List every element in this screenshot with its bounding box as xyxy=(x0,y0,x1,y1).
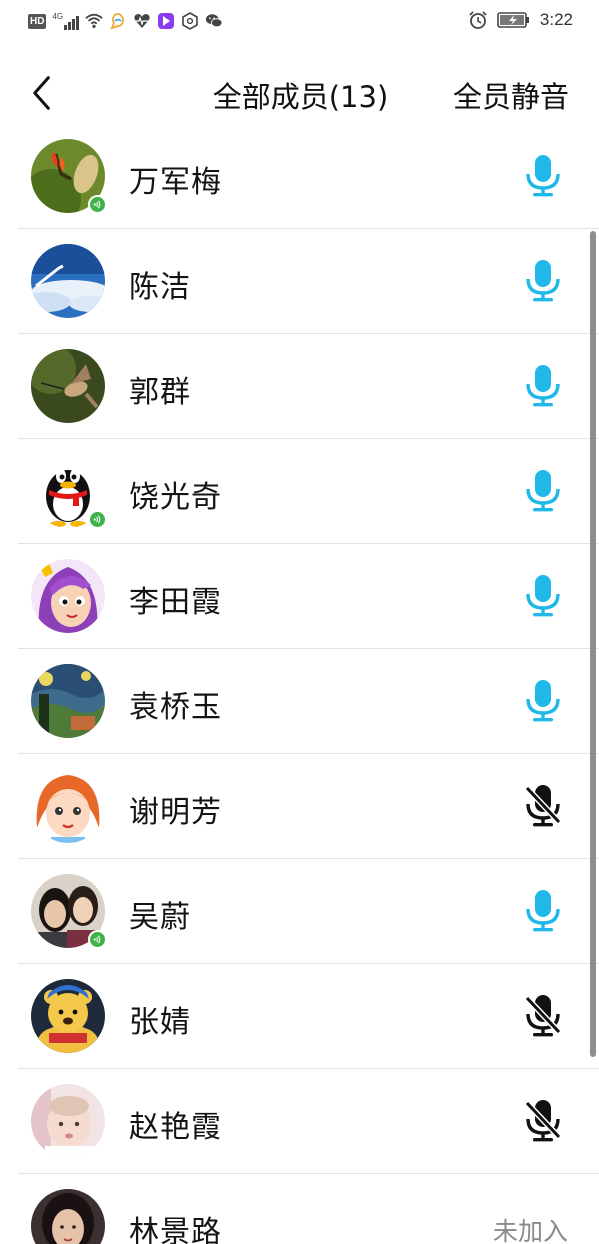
baby-photo-avatar[interactable] xyxy=(31,1084,105,1158)
sky-clouds-avatar[interactable] xyxy=(31,244,105,318)
video-app-icon xyxy=(158,13,175,29)
sound-wave-icon xyxy=(93,935,101,944)
member-name: 万军梅 xyxy=(129,165,222,200)
starry-night-painting-avatar[interactable] xyxy=(31,664,105,738)
battery-charging-icon xyxy=(497,12,529,28)
mic-on-icon[interactable] xyxy=(523,469,563,513)
cartoon-girl-orange-hair-avatar[interactable] xyxy=(31,769,105,843)
member-list: 万军梅 陈洁 郭群 饶光奇 李田霞 袁桥玉 谢明芳 吴蔚 张婧 赵艳霞 林景路 … xyxy=(0,124,599,1244)
app-notification-icon xyxy=(110,13,124,30)
member-name: 谢明芳 xyxy=(129,795,222,830)
member-name: 李田霞 xyxy=(129,585,222,620)
member-name: 袁桥玉 xyxy=(129,690,222,725)
mic-off-icon[interactable] xyxy=(523,1099,563,1143)
cartoon-girl-purple-hair-avatar[interactable] xyxy=(31,559,105,633)
speaking-badge xyxy=(88,930,107,949)
member-row[interactable]: 吴蔚 xyxy=(0,859,599,964)
member-name: 陈洁 xyxy=(129,270,191,305)
speaking-badge xyxy=(88,510,107,529)
title-bar: 全部成员(13) 全员静音 xyxy=(0,62,599,126)
mic-on-icon[interactable] xyxy=(523,364,563,408)
health-icon xyxy=(134,14,150,28)
member-row[interactable]: 李田霞 xyxy=(0,544,599,649)
sound-wave-icon xyxy=(93,515,101,524)
clock-time: 3:22 xyxy=(539,10,573,29)
member-row[interactable]: 郭群 xyxy=(0,334,599,439)
member-row[interactable]: 万军梅 xyxy=(0,124,599,229)
hd-icon: HD xyxy=(28,13,47,29)
hexagon-app-icon xyxy=(182,12,198,30)
wifi-icon xyxy=(85,13,103,29)
mic-off-icon[interactable] xyxy=(523,994,563,1038)
member-name: 饶光奇 xyxy=(129,480,222,515)
hummingbird-avatar[interactable] xyxy=(31,349,105,423)
member-row[interactable]: 谢明芳 xyxy=(0,754,599,859)
member-name: 林景路 xyxy=(129,1215,222,1244)
member-name: 张婧 xyxy=(129,1005,191,1040)
status-bar-left: HD 4G xyxy=(28,12,223,30)
woman-photo-avatar[interactable] xyxy=(31,1189,105,1244)
member-name: 赵艳霞 xyxy=(129,1110,222,1145)
signal-4g-icon: 4G xyxy=(52,12,80,30)
mic-on-icon[interactable] xyxy=(523,889,563,933)
member-row[interactable]: 张婧 xyxy=(0,964,599,1069)
member-row[interactable]: 陈洁 xyxy=(0,229,599,334)
wechat-icon xyxy=(206,14,223,28)
member-row[interactable]: 林景路 未加入 xyxy=(0,1174,599,1244)
mute-all-button[interactable]: 全员静音 xyxy=(453,74,569,116)
scrollbar[interactable] xyxy=(590,231,596,1057)
mic-on-icon[interactable] xyxy=(523,154,563,198)
member-row[interactable]: 饶光奇 xyxy=(0,439,599,544)
winnie-bear-avatar[interactable] xyxy=(31,979,105,1053)
status-bar-right: 3:22 xyxy=(468,10,573,30)
mic-on-icon[interactable] xyxy=(523,259,563,303)
mic-on-icon[interactable] xyxy=(523,574,563,618)
mic-off-icon[interactable] xyxy=(523,784,563,828)
member-row[interactable]: 袁桥玉 xyxy=(0,649,599,754)
alarm-icon xyxy=(469,11,487,29)
member-name: 吴蔚 xyxy=(129,900,191,935)
member-row[interactable]: 赵艳霞 xyxy=(0,1069,599,1174)
not-joined-status: 未加入 xyxy=(492,1217,568,1244)
status-bar: HD 4G 3:22 xyxy=(0,0,599,46)
member-name: 郭群 xyxy=(129,375,191,410)
mic-on-icon[interactable] xyxy=(523,679,563,723)
speaking-badge xyxy=(88,195,107,214)
sound-wave-icon xyxy=(93,200,101,209)
